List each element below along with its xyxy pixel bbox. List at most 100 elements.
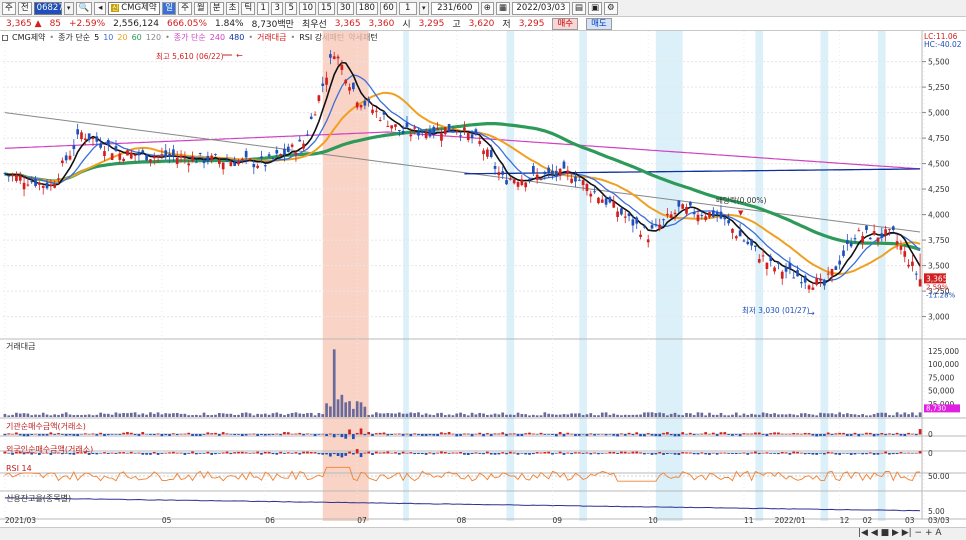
foreign-bar <box>313 452 317 454</box>
interval-dropdown-icon[interactable]: ▾ <box>418 1 429 15</box>
institution-bar <box>524 433 528 435</box>
institution-bar <box>45 434 49 436</box>
interval-15-button[interactable]: 15 <box>318 1 335 15</box>
volume-bar <box>244 412 248 417</box>
stock-chart[interactable]: 25,00050,00075,000100,000125,0008,730005… <box>0 31 966 527</box>
candle-body <box>41 185 45 188</box>
candle-body <box>443 127 447 135</box>
foreign-bar <box>516 453 520 455</box>
candle-body <box>800 282 803 284</box>
institution-bar <box>378 432 382 435</box>
volume-bar <box>206 415 210 417</box>
signal-band <box>877 31 886 521</box>
candle-body <box>750 239 753 246</box>
foreign-bar <box>907 452 910 454</box>
period-day-button[interactable]: 일 <box>162 1 177 15</box>
settings-icon[interactable]: ⚙ <box>603 1 618 15</box>
search-icon[interactable]: 🔍 <box>75 1 93 15</box>
candle-body <box>658 224 662 230</box>
code-dropdown-icon[interactable]: ▾ <box>63 1 74 15</box>
candle-body <box>298 139 302 142</box>
institution-bar <box>30 434 34 436</box>
foreign-bar <box>336 453 340 456</box>
foreign-bar <box>608 451 612 454</box>
volume-bar <box>298 413 302 417</box>
prev-stock-icon[interactable]: ◂ <box>94 1 107 15</box>
interval-10-button[interactable]: 10 <box>299 1 317 15</box>
interval-60-button[interactable]: 60 <box>379 1 397 15</box>
foreign-bar <box>355 449 359 454</box>
candle-body <box>156 155 160 157</box>
volume-bar <box>635 414 639 417</box>
page-count-field[interactable]: 231/600 <box>430 1 479 15</box>
interval-30-button[interactable]: 30 <box>336 1 354 15</box>
foreign-bar <box>688 452 692 454</box>
institution-bar <box>68 434 72 436</box>
institution-bar <box>417 434 420 436</box>
period-second-button[interactable]: 초 <box>225 1 240 15</box>
volume-bar <box>669 413 673 417</box>
interval-3-button[interactable]: 3 <box>271 1 284 15</box>
grid-icon[interactable]: ▦ <box>495 1 510 15</box>
period-week-button[interactable]: 주 <box>178 1 192 15</box>
sell-button[interactable]: 매도 <box>586 17 612 30</box>
volume-bar <box>823 413 826 417</box>
foreign-bar <box>106 453 110 454</box>
institution-bar <box>593 434 596 436</box>
stock-name-field[interactable]: 신 CMG제약 <box>108 1 161 15</box>
volume-bar <box>302 413 305 417</box>
institution-bar <box>688 432 692 435</box>
turnover: 1.84% <box>215 18 244 29</box>
candle-body <box>643 226 646 228</box>
bottom-scroll-bar[interactable] <box>0 527 966 540</box>
institution-bar <box>581 434 585 435</box>
volume-panel-label: 거래대금 <box>6 342 36 351</box>
candle-body <box>562 161 566 169</box>
candle-body <box>22 182 26 190</box>
interval-1-button[interactable]: 1 <box>257 1 270 15</box>
candle-body <box>436 128 439 130</box>
volume-bar <box>49 415 53 417</box>
foreign-bar <box>271 453 275 455</box>
calendar-icon[interactable]: ▤ <box>571 1 586 15</box>
period-month-button[interactable]: 월 <box>193 1 208 15</box>
date-field[interactable]: 2022/03/03 <box>511 1 570 15</box>
candle-body <box>719 211 723 219</box>
x-tick-label: 09 <box>552 516 562 525</box>
candle-body <box>447 124 451 132</box>
volume-bar <box>681 415 685 417</box>
candle-body <box>172 149 175 157</box>
candle-body <box>455 130 459 132</box>
period-tick-button[interactable]: 틱 <box>241 1 256 15</box>
volume-bar <box>179 413 183 417</box>
period-minute-button[interactable]: 분 <box>209 1 224 15</box>
interval-count-input[interactable]: 1 <box>398 1 417 15</box>
interval-180-button[interactable]: 180 <box>355 1 378 15</box>
institution-bar <box>547 434 550 435</box>
volume-bar <box>539 415 543 417</box>
save-icon[interactable]: ▣ <box>587 1 602 15</box>
foreign-bar <box>129 451 133 454</box>
volume-bar <box>137 414 141 417</box>
interval-5-button[interactable]: 5 <box>285 1 298 15</box>
foreign-bar <box>443 452 447 454</box>
foreign-bar <box>164 452 168 454</box>
volume-bar <box>294 412 298 417</box>
all-toggle-button[interactable]: 전 <box>17 1 32 15</box>
institution-bar <box>666 432 669 435</box>
scroll-controls[interactable]: |◀ ◀ ■ ▶ ▶| − + A <box>858 528 942 538</box>
y-tick-label: 5,500 <box>928 58 950 67</box>
institution-bar <box>237 434 240 435</box>
zoom-icon[interactable]: ⊕ <box>480 1 494 15</box>
candle-body <box>493 165 497 169</box>
institution-bar <box>428 434 432 436</box>
foreign-bar <box>248 453 252 454</box>
stock-code-input[interactable]: 068270 <box>33 1 69 15</box>
buy-button[interactable]: 매수 <box>552 17 579 30</box>
week-toggle-button[interactable]: 주 <box>2 1 16 15</box>
volume-bar <box>845 413 849 417</box>
candle-body <box>38 182 41 185</box>
foreign-bar <box>723 452 727 454</box>
institution-bar <box>677 434 681 437</box>
institution-bar <box>156 433 160 435</box>
